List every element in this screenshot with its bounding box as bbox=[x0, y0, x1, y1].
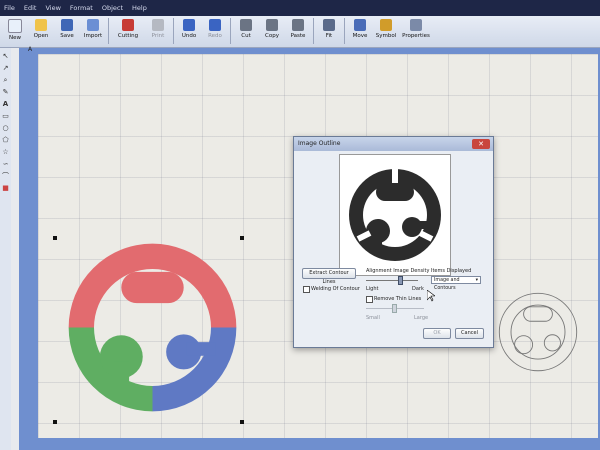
fit-button[interactable]: Fit bbox=[318, 16, 340, 46]
image-preview bbox=[339, 154, 451, 276]
preview-logo-image bbox=[349, 169, 441, 261]
extract-contour-lines-button[interactable]: Extract Contour Lines bbox=[302, 268, 356, 285]
outline-logo-image[interactable] bbox=[493, 285, 583, 380]
welding-checkbox[interactable] bbox=[303, 286, 310, 293]
curve-icon[interactable]: ∽ bbox=[1, 160, 10, 169]
open-folder-icon bbox=[35, 19, 47, 31]
cutting-button[interactable]: Cutting bbox=[113, 16, 143, 46]
menu-view[interactable]: View bbox=[45, 4, 60, 12]
symbol-icon bbox=[380, 19, 392, 31]
screen: File Edit View Format Object Help New Op… bbox=[0, 0, 600, 450]
undo-icon bbox=[183, 19, 195, 31]
print-icon bbox=[152, 19, 164, 31]
select-arrow-icon[interactable]: ↖ bbox=[1, 52, 10, 61]
color-swatch-icon[interactable]: ■ bbox=[1, 184, 10, 193]
redo-icon bbox=[209, 19, 221, 31]
copy-icon bbox=[266, 19, 278, 31]
remove-thin-lines-checkbox[interactable] bbox=[366, 296, 373, 303]
menu-help[interactable]: Help bbox=[132, 4, 147, 12]
cut-button[interactable]: Cut bbox=[235, 16, 257, 46]
items-displayed-select[interactable]: Image and Contours ▾ bbox=[431, 276, 481, 291]
paste-icon bbox=[292, 19, 304, 31]
remove-thin-lines-label: Remove Thin Lines bbox=[374, 296, 422, 302]
density-slider[interactable] bbox=[366, 280, 418, 281]
toolbar-separator bbox=[313, 18, 314, 44]
move-button[interactable]: Move bbox=[349, 16, 371, 46]
print-button[interactable]: Print bbox=[147, 16, 169, 46]
save-button[interactable]: Save bbox=[56, 16, 78, 46]
star-icon[interactable]: ☆ bbox=[1, 148, 10, 157]
paste-button[interactable]: Paste bbox=[287, 16, 309, 46]
new-button[interactable]: New bbox=[4, 16, 26, 46]
chevron-down-icon: ▾ bbox=[475, 278, 478, 283]
save-icon bbox=[61, 19, 73, 31]
mouse-cursor-icon bbox=[427, 290, 435, 302]
toolbar-separator bbox=[230, 18, 231, 44]
large-label: Large bbox=[414, 315, 429, 321]
rectangle-icon[interactable]: ▭ bbox=[1, 112, 10, 121]
colored-logo-image[interactable] bbox=[55, 225, 250, 430]
toolbar-separator bbox=[108, 18, 109, 44]
menu-object[interactable]: Object bbox=[102, 4, 123, 12]
density-slider-thumb[interactable] bbox=[398, 276, 403, 285]
menu-bar: File Edit View Format Object Help bbox=[0, 0, 600, 16]
toolbar-separator bbox=[173, 18, 174, 44]
pen-icon[interactable]: ✎ bbox=[1, 88, 10, 97]
move-icon bbox=[354, 19, 366, 31]
image-outline-dialog: Image Outline ✕ Extract Contour Lines We… bbox=[293, 136, 494, 348]
dialog-title: Image Outline bbox=[294, 137, 493, 151]
copy-button[interactable]: Copy bbox=[261, 16, 283, 46]
menu-format[interactable]: Format bbox=[70, 4, 93, 12]
symbol-button[interactable]: Symbol bbox=[375, 16, 397, 46]
open-button[interactable]: Open bbox=[30, 16, 52, 46]
selection-handle[interactable] bbox=[53, 236, 57, 240]
cancel-button[interactable]: Cancel bbox=[455, 328, 484, 339]
density-label: Alignment Image Density bbox=[366, 268, 430, 274]
toolbar-separator bbox=[344, 18, 345, 44]
undo-button[interactable]: Undo bbox=[178, 16, 200, 46]
fit-icon bbox=[323, 19, 335, 31]
zoom-icon[interactable]: ⌕ bbox=[1, 76, 10, 85]
polygon-icon[interactable]: ⬠ bbox=[1, 136, 10, 145]
welding-label: Welding Of Contour bbox=[311, 286, 360, 292]
items-displayed-label: Items Displayed bbox=[431, 268, 472, 274]
ellipse-icon[interactable]: ○ bbox=[1, 124, 10, 133]
close-button[interactable]: ✕ bbox=[472, 139, 490, 149]
redo-button[interactable]: Redo bbox=[204, 16, 226, 46]
ok-button[interactable]: OK bbox=[423, 328, 451, 339]
menu-edit[interactable]: Edit bbox=[24, 4, 37, 12]
dark-label: Dark bbox=[412, 286, 424, 292]
properties-icon bbox=[410, 19, 422, 31]
text-tool-icon[interactable]: A bbox=[1, 100, 10, 109]
scissors-icon bbox=[240, 19, 252, 31]
toolbar: New Open Save Import Cutting Print Undo … bbox=[0, 16, 600, 48]
properties-button[interactable]: Properties bbox=[401, 16, 431, 46]
small-label: Small bbox=[366, 315, 380, 321]
node-edit-icon[interactable]: ↗ bbox=[1, 64, 10, 73]
import-icon bbox=[87, 19, 99, 31]
cutting-icon bbox=[122, 19, 134, 31]
thin-lines-slider-thumb[interactable] bbox=[392, 304, 397, 313]
selection-handle[interactable] bbox=[240, 420, 244, 424]
new-icon bbox=[8, 19, 22, 33]
menu-file[interactable]: File bbox=[4, 4, 15, 12]
selection-handle[interactable] bbox=[53, 420, 57, 424]
light-label: Light bbox=[366, 286, 379, 292]
document-tab[interactable]: A bbox=[28, 46, 32, 53]
selection-handle[interactable] bbox=[240, 236, 244, 240]
arc-icon[interactable]: ⌒ bbox=[1, 172, 10, 181]
import-button[interactable]: Import bbox=[82, 16, 104, 46]
